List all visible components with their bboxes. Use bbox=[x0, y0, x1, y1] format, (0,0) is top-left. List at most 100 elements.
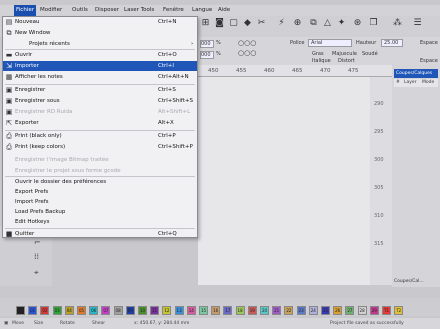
color-swatch-15[interactable]: 15 bbox=[199, 306, 208, 315]
color-swatch-06[interactable]: 06 bbox=[89, 306, 99, 315]
menu-item-shortcut: Alt+Shift+L bbox=[158, 109, 191, 115]
panel-tab[interactable]: Coupes/Cal... bbox=[394, 279, 424, 284]
menu-fenetre[interactable]: Fenêtre bbox=[163, 7, 184, 13]
menu-item-label: Enregistrer l'image Bitmap traitée bbox=[15, 157, 109, 163]
menu-item-load-prefs-backup[interactable]: Load Prefs Backup bbox=[3, 207, 197, 217]
menu-outils[interactable]: Outils bbox=[72, 7, 88, 13]
soude-checkbox[interactable]: Soudé bbox=[362, 51, 378, 57]
color-swatch-11[interactable]: 11 bbox=[150, 306, 160, 315]
menu-item-edit-hotkeys[interactable]: Edit Hotkeys bbox=[3, 217, 197, 227]
menu-item-print-black-only[interactable]: ⎙ Print (black only) Ctrl+P bbox=[3, 131, 197, 141]
color-swatch-T1[interactable]: T1 bbox=[382, 306, 391, 315]
origin-grid-row2-icon[interactable]: ○○○ bbox=[238, 49, 256, 57]
align-icon[interactable]: ☰ bbox=[412, 18, 423, 29]
menu-item-exporter[interactable]: ⇱ Exporter Alt+X bbox=[3, 118, 197, 128]
menu-item-export-prefs[interactable]: Export Prefs bbox=[3, 187, 197, 197]
size-mode-label[interactable]: Size bbox=[34, 321, 43, 326]
color-swatch-27[interactable]: 27 bbox=[345, 306, 355, 315]
star-icon[interactable]: ✦ bbox=[336, 18, 347, 29]
vertical-ruler: 290 295 300 305 310 315 bbox=[370, 77, 392, 285]
camera-icon[interactable]: ◙ bbox=[214, 18, 225, 29]
color-swatch-02[interactable]: 02 bbox=[40, 306, 50, 315]
color-swatch-08[interactable]: 08 bbox=[113, 306, 123, 315]
frame-icon[interactable]: ▢ bbox=[228, 18, 239, 29]
menu-langue[interactable]: Langue bbox=[192, 7, 212, 13]
color-swatch-20[interactable]: 20 bbox=[260, 306, 269, 315]
color-swatch-19[interactable]: 19 bbox=[247, 306, 257, 315]
menu-item-new-window[interactable]: ⧉ New Window bbox=[3, 28, 197, 38]
menu-item-import-prefs[interactable]: Import Prefs bbox=[3, 197, 197, 207]
color-swatch-01[interactable]: 01 bbox=[28, 306, 38, 315]
color-swatch-17[interactable]: 17 bbox=[223, 306, 233, 315]
menu-laser-tools[interactable]: Laser Tools bbox=[124, 7, 154, 13]
menu-item-quitter[interactable]: ■ Quitter Ctrl+Q bbox=[3, 229, 197, 239]
color-swatch-14[interactable]: 14 bbox=[186, 306, 196, 315]
menu-modifier[interactable]: Modifier bbox=[40, 7, 62, 13]
color-swatch-03[interactable]: 03 bbox=[52, 306, 62, 315]
color-swatch-10[interactable]: 10 bbox=[138, 306, 147, 315]
menu-item-nouveau[interactable]: ▤ Nouveau Ctrl+N bbox=[3, 17, 197, 27]
font-select[interactable]: Arial bbox=[308, 39, 352, 47]
weld-icon[interactable]: ⚡ bbox=[276, 18, 287, 29]
menu-item-enregistrer-sous[interactable]: ▣ Enregistrer sous Ctrl+Shift+S bbox=[3, 96, 197, 106]
menu-item-afficher-les-notes[interactable]: ▦ Afficher les notes Ctrl+Alt+N bbox=[3, 72, 197, 82]
color-swatch-24[interactable]: 24 bbox=[308, 306, 318, 315]
menu-aide[interactable]: Aide bbox=[218, 7, 230, 13]
color-swatch-05[interactable]: 05 bbox=[77, 306, 86, 315]
menu-item-print-keep-colors[interactable]: ⎙ Print (keep colors) Ctrl+Shift+P bbox=[3, 142, 197, 152]
color-swatch-29[interactable]: 29 bbox=[369, 306, 379, 315]
menu-item-label: Projets récents bbox=[29, 41, 70, 47]
color-swatch-21[interactable]: 21 bbox=[272, 306, 282, 315]
offset-icon[interactable]: ⧉ bbox=[308, 18, 319, 29]
color-swatch-26[interactable]: 26 bbox=[333, 306, 343, 315]
select-tool-icon[interactable]: ⌐ bbox=[34, 238, 41, 247]
majuscule-checkbox[interactable]: Majuscule bbox=[332, 51, 357, 57]
grid-array-icon[interactable]: ⁞⁞ bbox=[34, 252, 39, 261]
color-swatch-18[interactable]: 18 bbox=[235, 306, 245, 315]
optimize-icon[interactable]: ⊛ bbox=[352, 18, 363, 29]
color-swatch-12[interactable]: 12 bbox=[162, 306, 172, 315]
color-swatch-23[interactable]: 23 bbox=[296, 306, 306, 315]
gras-checkbox[interactable]: Gras bbox=[312, 51, 324, 57]
color-swatch-25[interactable]: 25 bbox=[321, 306, 330, 315]
origin-grid-icon[interactable]: ○○○ bbox=[238, 39, 256, 47]
node-icon[interactable]: ◆ bbox=[242, 18, 253, 29]
color-swatch-04[interactable]: 04 bbox=[64, 306, 74, 315]
design-canvas[interactable] bbox=[198, 77, 391, 285]
rotate-mode-label[interactable]: Rotate bbox=[60, 321, 75, 326]
menu-item-ouvrir[interactable]: ▬ Ouvrir Ctrl+O bbox=[3, 50, 197, 60]
x-value-field[interactable]: 000 bbox=[200, 40, 214, 48]
position-icon[interactable]: ⌖ bbox=[34, 268, 39, 278]
color-swatch-T2[interactable]: T2 bbox=[394, 306, 404, 315]
menu-item-projets-r-cents[interactable]: Projets récents › bbox=[3, 39, 197, 49]
color-swatch-13[interactable]: 13 bbox=[174, 306, 184, 315]
move-mode-icon[interactable]: ▣ bbox=[4, 321, 8, 326]
hauteur-field[interactable]: 25.00 bbox=[381, 39, 403, 47]
color-swatch-00[interactable]: 00 bbox=[16, 306, 25, 315]
menu-item-ouvrir-le-dossier-des-pr-f-rences[interactable]: Ouvrir le dossier des préférences bbox=[3, 177, 197, 187]
grid-icon[interactable]: ⊞ bbox=[200, 18, 211, 29]
duplicate-icon[interactable]: ❐ bbox=[368, 18, 379, 29]
menu-item-enregistrer[interactable]: ▣ Enregistrer Ctrl+S bbox=[3, 85, 197, 95]
move-mode-label[interactable]: Move bbox=[12, 321, 24, 326]
y-value-field[interactable]: 000 bbox=[200, 51, 214, 59]
color-swatch-28[interactable]: 28 bbox=[357, 306, 367, 315]
panel-title[interactable]: Coupes/Calques bbox=[394, 69, 438, 78]
menu-item-importer[interactable]: ⇲ Importer Ctrl+I bbox=[3, 61, 197, 71]
scissors-icon[interactable]: ✂ bbox=[256, 18, 267, 29]
menu-fichier[interactable]: Fichier bbox=[14, 5, 36, 16]
color-swatch-22[interactable]: 22 bbox=[284, 306, 294, 315]
color-swatch-07[interactable]: 07 bbox=[101, 306, 111, 315]
distort-checkbox[interactable]: Distort bbox=[338, 58, 355, 64]
menu-disposer[interactable]: Disposer bbox=[95, 7, 119, 13]
shear-mode-label[interactable]: Shear bbox=[92, 321, 105, 326]
menu-item-label: Print (black only) bbox=[15, 133, 62, 139]
array-icon[interactable]: ⁂ bbox=[392, 18, 403, 29]
color-swatch-09[interactable]: 09 bbox=[125, 306, 135, 315]
italique-checkbox[interactable]: Italique bbox=[312, 58, 331, 64]
vruler-label: 290 bbox=[374, 101, 384, 107]
color-swatch-16[interactable]: 16 bbox=[211, 306, 221, 315]
ruler-label: 470 bbox=[320, 68, 331, 74]
triangle-icon[interactable]: △ bbox=[322, 18, 333, 29]
boolean-icon[interactable]: ⊕ bbox=[292, 18, 303, 29]
